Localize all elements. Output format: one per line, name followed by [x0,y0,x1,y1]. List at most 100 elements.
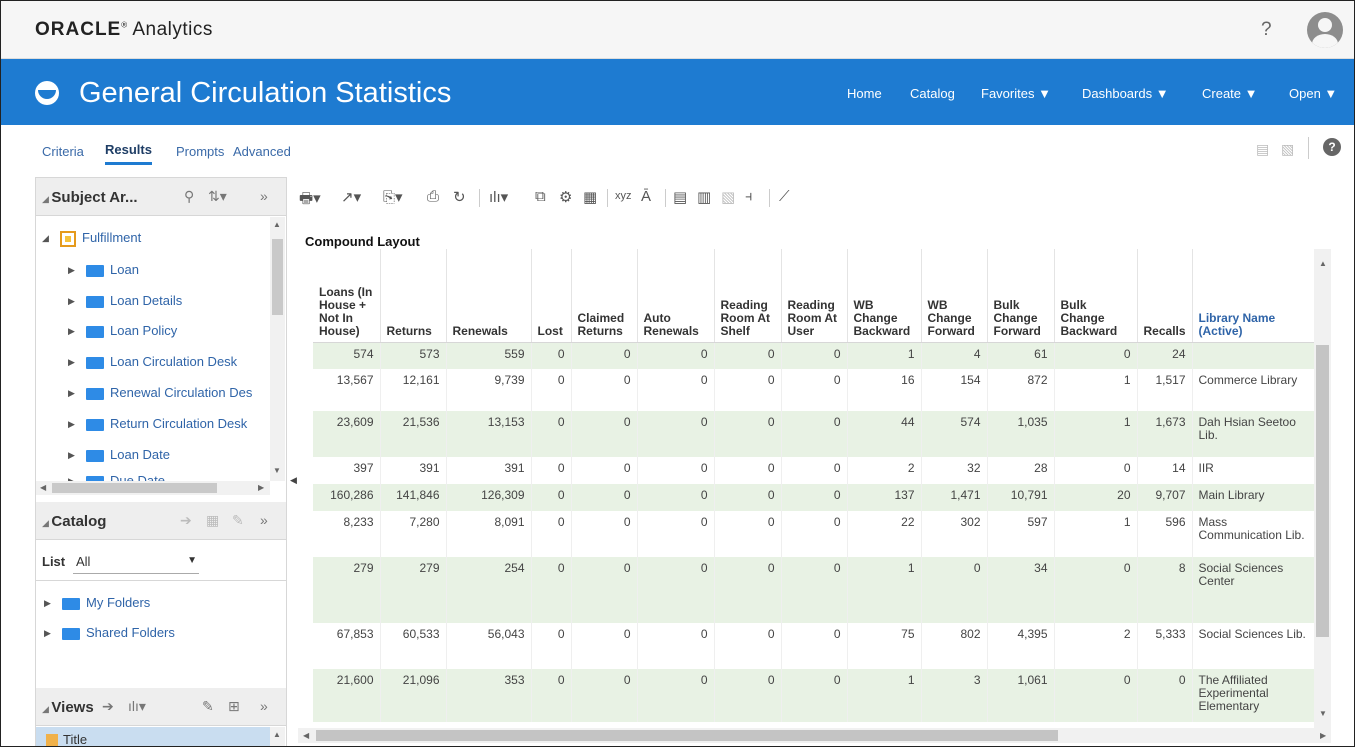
table-cell[interactable]: 0 [571,669,638,722]
table-cell[interactable]: 0 [571,557,638,623]
table-icon[interactable]: ▥ [697,188,711,206]
table-cell[interactable]: 559 [446,342,532,369]
table-cell[interactable]: 0 [531,342,572,369]
print-icon[interactable]: 🖶▾ [299,188,321,213]
table-cell[interactable]: 0 [1054,457,1138,484]
table-cell[interactable]: 5,333 [1137,623,1193,669]
column-header[interactable]: Reading Room At Shelf [714,249,782,343]
table-cell[interactable]: 3 [921,669,988,722]
table-cell[interactable]: 0 [781,557,848,623]
table-cell[interactable]: 802 [921,623,988,669]
catalog-action-icon[interactable]: ▦ [206,512,219,529]
table-cell[interactable]: 0 [531,669,572,722]
table-cell[interactable]: 0 [531,411,572,457]
table-cell[interactable]: 1,471 [921,484,988,511]
table-cell[interactable]: 0 [714,484,782,511]
table-cell[interactable]: 1 [847,669,922,722]
table-cell[interactable]: 597 [987,511,1055,557]
table-cell[interactable]: 24 [1137,342,1193,369]
table-cell[interactable] [1192,342,1314,369]
table-cell[interactable]: 254 [446,557,532,623]
tree-item-loan-date[interactable]: ▶ Loan Date [68,447,170,467]
table-cell[interactable]: Social Sciences Center [1192,557,1314,623]
table-cell[interactable]: 0 [571,457,638,484]
table-cell[interactable]: 9,707 [1137,484,1193,511]
table-cell[interactable]: 872 [987,369,1055,411]
table-cell[interactable]: 61 [987,342,1055,369]
tab-criteria[interactable]: Criteria [42,144,84,159]
table-cell[interactable]: 34 [987,557,1055,623]
tree-item-my-folders[interactable]: ▶ My Folders [44,595,150,615]
delete-view-icon[interactable]: ▧ [721,188,735,206]
table-cell[interactable]: 0 [781,342,848,369]
save-icon[interactable]: ▤ [1256,141,1269,158]
selection-steps-icon[interactable]: ⚙ [559,188,572,206]
tab-results[interactable]: Results [105,142,152,165]
table-cell[interactable]: 1 [847,557,922,623]
sort-icon[interactable]: ⇅▾ [208,188,227,205]
table-cell[interactable]: 160,286 [313,484,381,511]
table-cell[interactable]: 22 [847,511,922,557]
table-cell[interactable]: 596 [1137,511,1193,557]
table-cell[interactable]: 0 [637,557,715,623]
view-properties-icon[interactable]: ⊞ [228,698,240,715]
table-cell[interactable]: 0 [781,457,848,484]
new-view-icon[interactable]: ılı▾ [489,188,508,206]
table-cell[interactable]: 0 [714,623,782,669]
table-cell[interactable]: 0 [571,342,638,369]
table-cell[interactable]: 0 [637,369,715,411]
table-cell[interactable]: 574 [921,411,988,457]
text-icon[interactable]: Ā [641,188,651,205]
table-cell[interactable]: 1,035 [987,411,1055,457]
search-icon[interactable]: ⚲ [184,188,194,205]
arrow-right-icon[interactable]: ➔ [180,512,192,529]
table-cell[interactable]: 0 [1137,669,1193,722]
table-cell[interactable]: 0 [714,669,782,722]
subject-area-hscroll[interactable]: ◀ ▶ [36,481,270,495]
table-cell[interactable]: 60,533 [380,623,447,669]
split-icon[interactable]: ⫞ [745,188,753,205]
column-header[interactable]: Claimed Returns [571,249,638,343]
views-item-title[interactable]: Title [36,727,270,746]
column-header[interactable]: Bulk Change Backward [1054,249,1138,343]
table-cell[interactable]: 0 [571,511,638,557]
table-cell[interactable]: 13,567 [313,369,381,411]
table-cell[interactable]: 0 [714,511,782,557]
table-cell[interactable]: 0 [714,411,782,457]
table-cell[interactable]: 13,153 [446,411,532,457]
nav-create[interactable]: Create ▼ [1202,86,1258,101]
table-cell[interactable]: 14 [1137,457,1193,484]
table-cell[interactable]: 8 [1137,557,1193,623]
column-header[interactable]: Loans (In House + Not In House) [313,249,381,343]
table-cell[interactable]: 0 [637,457,715,484]
tree-item-loan[interactable]: ▶ Loan [68,262,139,282]
filters-icon[interactable]: ⧉ [535,188,546,205]
table-cell[interactable]: 154 [921,369,988,411]
table-cell[interactable]: 126,309 [446,484,532,511]
table-cell[interactable]: 0 [637,623,715,669]
table-cell[interactable]: Commerce Library [1192,369,1314,411]
column-header[interactable]: Reading Room At User [781,249,848,343]
table-cell[interactable]: 0 [714,557,782,623]
table-cell[interactable]: 1,061 [987,669,1055,722]
expand-chevrons-icon[interactable]: » [260,698,268,714]
tree-item-loan-circulation-desk[interactable]: ▶ Loan Circulation Desk [68,354,237,374]
print-preview-icon[interactable]: ⎙ [427,188,439,205]
table-cell[interactable]: 0 [531,484,572,511]
table-cell[interactable]: 0 [571,623,638,669]
expand-chevrons-icon[interactable]: » [260,512,268,528]
refresh-icon[interactable]: ↻ [453,188,466,206]
table-cell[interactable]: 0 [571,411,638,457]
table-cell[interactable]: Social Sciences Lib. [1192,623,1314,669]
table-cell[interactable]: 8,233 [313,511,381,557]
table-cell[interactable]: Mass Communication Lib. [1192,511,1314,557]
copy-icon[interactable]: ⎘▾ [383,188,403,206]
save-as-icon[interactable]: ▧ [1281,141,1294,158]
table-cell[interactable]: 56,043 [446,623,532,669]
table-cell[interactable]: 21,536 [380,411,447,457]
advanced-chart-icon[interactable]: ⟋ [779,188,790,205]
table-cell[interactable]: 391 [446,457,532,484]
table-cell[interactable]: 16 [847,369,922,411]
tree-item-return-circulation-desk[interactable]: ▶ Return Circulation Desk [68,416,247,436]
table-cell[interactable]: 0 [781,669,848,722]
